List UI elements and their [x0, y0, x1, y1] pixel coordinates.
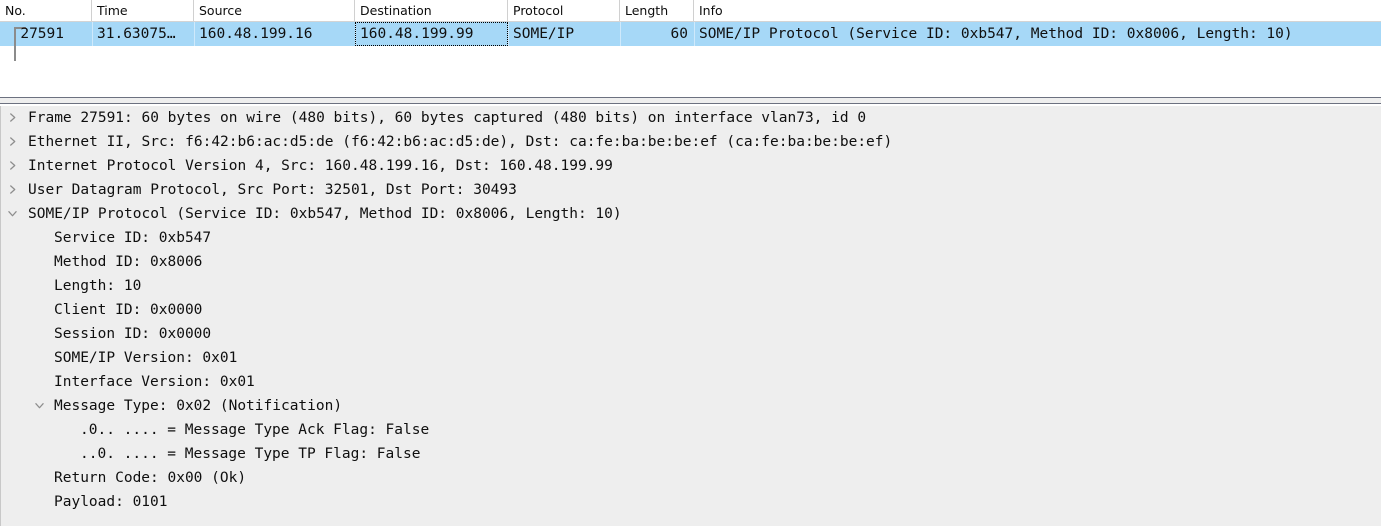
- detail-tree-item-session-id[interactable]: Session ID: 0x0000: [1, 322, 1381, 346]
- column-header-info[interactable]: Info: [694, 0, 1381, 21]
- detail-tree-label: Return Code: 0x00 (Ok): [54, 470, 247, 486]
- chevron-down-icon[interactable]: [28, 394, 50, 418]
- detail-tree-item-msg-type-ack-flag[interactable]: .0.. .... = Message Type Ack Flag: False: [1, 418, 1381, 442]
- detail-tree-label: Session ID: 0x0000: [54, 326, 212, 342]
- detail-tree-item-payload[interactable]: Payload: 0101: [1, 490, 1381, 514]
- detail-tree-label: Ethernet II, Src: f6:42:b6:ac:d5:de (f6:…: [28, 134, 893, 150]
- splitter-line-bottom: [0, 103, 1381, 104]
- cell-protocol[interactable]: SOME/IP: [508, 22, 620, 46]
- detail-tree-label: Payload: 0101: [54, 494, 168, 510]
- detail-tree-item-service-id[interactable]: Service ID: 0xb547: [1, 226, 1381, 250]
- detail-tree-label: Frame 27591: 60 bytes on wire (480 bits)…: [28, 110, 867, 126]
- detail-tree-item-msg-type-tp-flag[interactable]: ..0. .... = Message Type TP Flag: False: [1, 442, 1381, 466]
- pane-splitter[interactable]: [0, 97, 1381, 106]
- table-row[interactable]: 27591 31.63075… 160.48.199.16 160.48.199.99…: [0, 22, 1381, 61]
- cell-time[interactable]: 31.63075…: [92, 22, 194, 46]
- column-header-destination[interactable]: Destination: [355, 0, 508, 21]
- cell-destination[interactable]: 160.48.199.99: [355, 22, 508, 46]
- chevron-right-icon[interactable]: [1, 130, 23, 154]
- detail-tree-item-someip-version[interactable]: SOME/IP Version: 0x01: [1, 346, 1381, 370]
- column-header-time[interactable]: Time: [92, 0, 194, 21]
- detail-tree-item-udp[interactable]: User Datagram Protocol, Src Port: 32501,…: [1, 178, 1381, 202]
- cell-length[interactable]: 60: [620, 22, 694, 46]
- chevron-down-icon[interactable]: [1, 202, 23, 226]
- packet-detail-pane[interactable]: Frame 27591: 60 bytes on wire (480 bits)…: [0, 106, 1381, 526]
- detail-tree-label: SOME/IP Protocol (Service ID: 0xb547, Me…: [28, 206, 622, 222]
- detail-tree-item-interface-version[interactable]: Interface Version: 0x01: [1, 370, 1381, 394]
- column-header-source[interactable]: Source: [194, 0, 355, 21]
- detail-tree-item-ethernet[interactable]: Ethernet II, Src: f6:42:b6:ac:d5:de (f6:…: [1, 130, 1381, 154]
- detail-tree-item-return-code[interactable]: Return Code: 0x00 (Ok): [1, 466, 1381, 490]
- packet-list-pane[interactable]: No. Time Source Destination Protocol Length In…: [0, 0, 1381, 97]
- detail-tree-label: Method ID: 0x8006: [54, 254, 203, 270]
- cell-source[interactable]: 160.48.199.16: [194, 22, 355, 46]
- detail-tree-label: User Datagram Protocol, Src Port: 32501,…: [28, 182, 517, 198]
- detail-tree-label: Client ID: 0x0000: [54, 302, 203, 318]
- detail-tree-item-message-type[interactable]: Message Type: 0x02 (Notification): [1, 394, 1381, 418]
- detail-tree-item-ipv4[interactable]: Internet Protocol Version 4, Src: 160.48…: [1, 154, 1381, 178]
- detail-tree-item-frame[interactable]: Frame 27591: 60 bytes on wire (480 bits)…: [1, 106, 1381, 130]
- detail-tree-label: SOME/IP Version: 0x01: [54, 350, 238, 366]
- cell-info[interactable]: SOME/IP Protocol (Service ID: 0xb547, Me…: [694, 22, 1381, 46]
- detail-tree-label: Interface Version: 0x01: [54, 374, 255, 390]
- cell-no[interactable]: 27591: [0, 22, 92, 46]
- column-header-length[interactable]: Length: [620, 0, 694, 21]
- detail-tree-item-someip[interactable]: SOME/IP Protocol (Service ID: 0xb547, Me…: [1, 202, 1381, 226]
- column-header-no[interactable]: No.: [0, 0, 92, 21]
- detail-tree-label: Length: 10: [54, 278, 142, 294]
- chevron-right-icon[interactable]: [1, 106, 23, 130]
- detail-tree-label: Message Type: 0x02 (Notification): [54, 398, 343, 414]
- packet-list-column-headers[interactable]: No. Time Source Destination Protocol Length In…: [0, 0, 1381, 22]
- detail-tree-label: .0.. .... = Message Type Ack Flag: False: [80, 422, 430, 438]
- detail-tree-item-length[interactable]: Length: 10: [1, 274, 1381, 298]
- detail-tree-item-method-id[interactable]: Method ID: 0x8006: [1, 250, 1381, 274]
- detail-tree-label: Service ID: 0xb547: [54, 230, 212, 246]
- column-header-protocol[interactable]: Protocol: [508, 0, 620, 21]
- chevron-right-icon[interactable]: [1, 154, 23, 178]
- detail-tree-label: Internet Protocol Version 4, Src: 160.48…: [28, 158, 613, 174]
- detail-tree-item-client-id[interactable]: Client ID: 0x0000: [1, 298, 1381, 322]
- detail-tree-label: ..0. .... = Message Type TP Flag: False: [80, 446, 421, 462]
- chevron-right-icon[interactable]: [1, 178, 23, 202]
